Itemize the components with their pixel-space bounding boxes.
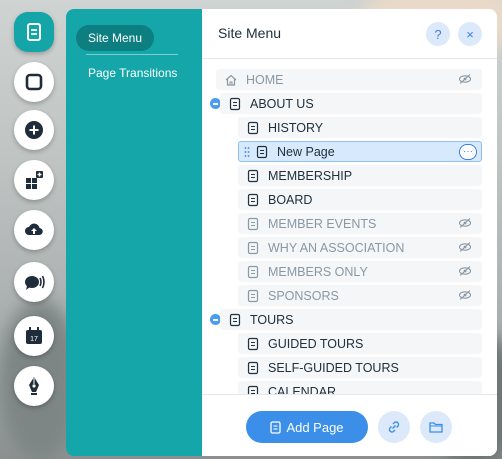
background-icon (25, 73, 43, 91)
background-button[interactable] (14, 62, 54, 102)
hidden-eye-icon[interactable] (458, 265, 472, 277)
page-item[interactable]: MEMBERSHIP (238, 165, 482, 186)
apps-icon (26, 171, 43, 189)
add-page-label: Add Page (286, 419, 344, 435)
add-page-button[interactable]: Add Page (246, 411, 368, 443)
page-icon (246, 289, 260, 303)
chat-icon (25, 275, 45, 290)
help-icon: ? (434, 26, 442, 42)
hidden-eye-icon[interactable] (458, 241, 472, 253)
hidden-eye-icon[interactable] (458, 217, 472, 229)
page-item-label: New Page (277, 144, 335, 159)
left-toolbar: 17 (0, 0, 66, 459)
page-item[interactable]: MEMBERS ONLY (238, 261, 482, 282)
page-item[interactable]: SPONSORS (238, 285, 482, 306)
page-icon (255, 145, 269, 159)
bookings-icon: 17 (26, 327, 42, 344)
pages-button[interactable] (14, 12, 54, 52)
page-item-label: MEMBER EVENTS (268, 216, 377, 231)
help-button[interactable]: ? (426, 22, 450, 46)
page-item-label: MEMBERS ONLY (268, 264, 368, 279)
site-menu-sidebar: Site Menu Page Transitions (66, 9, 202, 456)
page-item[interactable]: GUIDED TOURS (238, 333, 482, 354)
svg-text:17: 17 (30, 336, 38, 343)
page-item[interactable]: HOME (216, 69, 482, 90)
page-icon (246, 169, 260, 183)
page-icon (246, 217, 260, 231)
page-item-label: MEMBERSHIP (268, 168, 353, 183)
page-icon (246, 361, 260, 375)
page-icon (228, 97, 242, 111)
add-button[interactable] (14, 110, 54, 150)
add-icon (25, 121, 43, 139)
add-link-button[interactable] (378, 411, 410, 443)
divider (86, 54, 178, 55)
pages-icon (27, 23, 41, 41)
close-icon: × (466, 26, 474, 42)
page-item-label: GUIDED TOURS (268, 336, 364, 351)
page-item[interactable]: SELF-GUIDED TOURS (238, 357, 482, 378)
page-item-label: SELF-GUIDED TOURS (268, 360, 399, 375)
drag-handle-icon[interactable] (244, 146, 250, 158)
blog-button[interactable] (14, 366, 54, 406)
chat-button[interactable] (14, 262, 54, 302)
page-item-label: TOURS (250, 312, 294, 327)
tab-page-transitions[interactable]: Page Transitions (88, 66, 177, 80)
folder-icon (429, 422, 443, 433)
page-item[interactable]: MEMBER EVENTS (238, 213, 482, 234)
page-item[interactable]: TOURS (220, 309, 482, 330)
upload-icon (25, 223, 43, 236)
apps-button[interactable] (14, 160, 54, 200)
link-icon (388, 421, 400, 433)
panel-header: Site Menu ? × (202, 9, 497, 59)
page-item-label: HOME (246, 72, 284, 87)
page-item[interactable]: WHY AN ASSOCIATION (238, 237, 482, 258)
page-item-label: BOARD (268, 192, 313, 207)
page-item-label: HISTORY (268, 120, 324, 135)
page-item[interactable]: HISTORY (238, 117, 482, 138)
page-icon (228, 313, 242, 327)
hidden-eye-icon[interactable] (458, 289, 472, 301)
page-item-label: ABOUT US (250, 96, 314, 111)
close-button[interactable]: × (458, 22, 482, 46)
hidden-eye-icon[interactable] (458, 73, 472, 85)
panel-footer: Add Page (202, 394, 497, 456)
tab-site-menu[interactable]: Site Menu (76, 25, 154, 51)
page-icon (246, 193, 260, 207)
page-item[interactable]: BOARD (238, 189, 482, 210)
page-item[interactable]: New Page ··· (238, 141, 482, 162)
bookings-button[interactable]: 17 (14, 316, 54, 356)
blog-pen-icon (29, 377, 39, 395)
page-item[interactable]: CALENDAR (238, 381, 482, 394)
page-item-label: SPONSORS (268, 288, 339, 303)
page-icon (246, 241, 260, 255)
add-folder-button[interactable] (420, 411, 452, 443)
page-icon (246, 385, 260, 394)
page-item-label: CALENDAR (268, 384, 337, 395)
page-icon (246, 337, 260, 351)
page-list: HOME ABOUT US HISTORY New Page ··· MEMBERSHIP… (202, 66, 497, 394)
page-icon (246, 121, 260, 135)
upload-button[interactable] (14, 210, 54, 250)
more-actions-button[interactable]: ··· (459, 144, 477, 160)
site-menu-panel: Site Menu ? × HOME ABOUT US HISTORY New Pag… (202, 9, 497, 456)
panel-title: Site Menu (218, 25, 282, 41)
home-icon (224, 73, 238, 87)
page-item-label: WHY AN ASSOCIATION (268, 240, 405, 255)
add-page-icon (270, 420, 282, 434)
page-icon (246, 265, 260, 279)
page-item[interactable]: ABOUT US (220, 93, 482, 114)
